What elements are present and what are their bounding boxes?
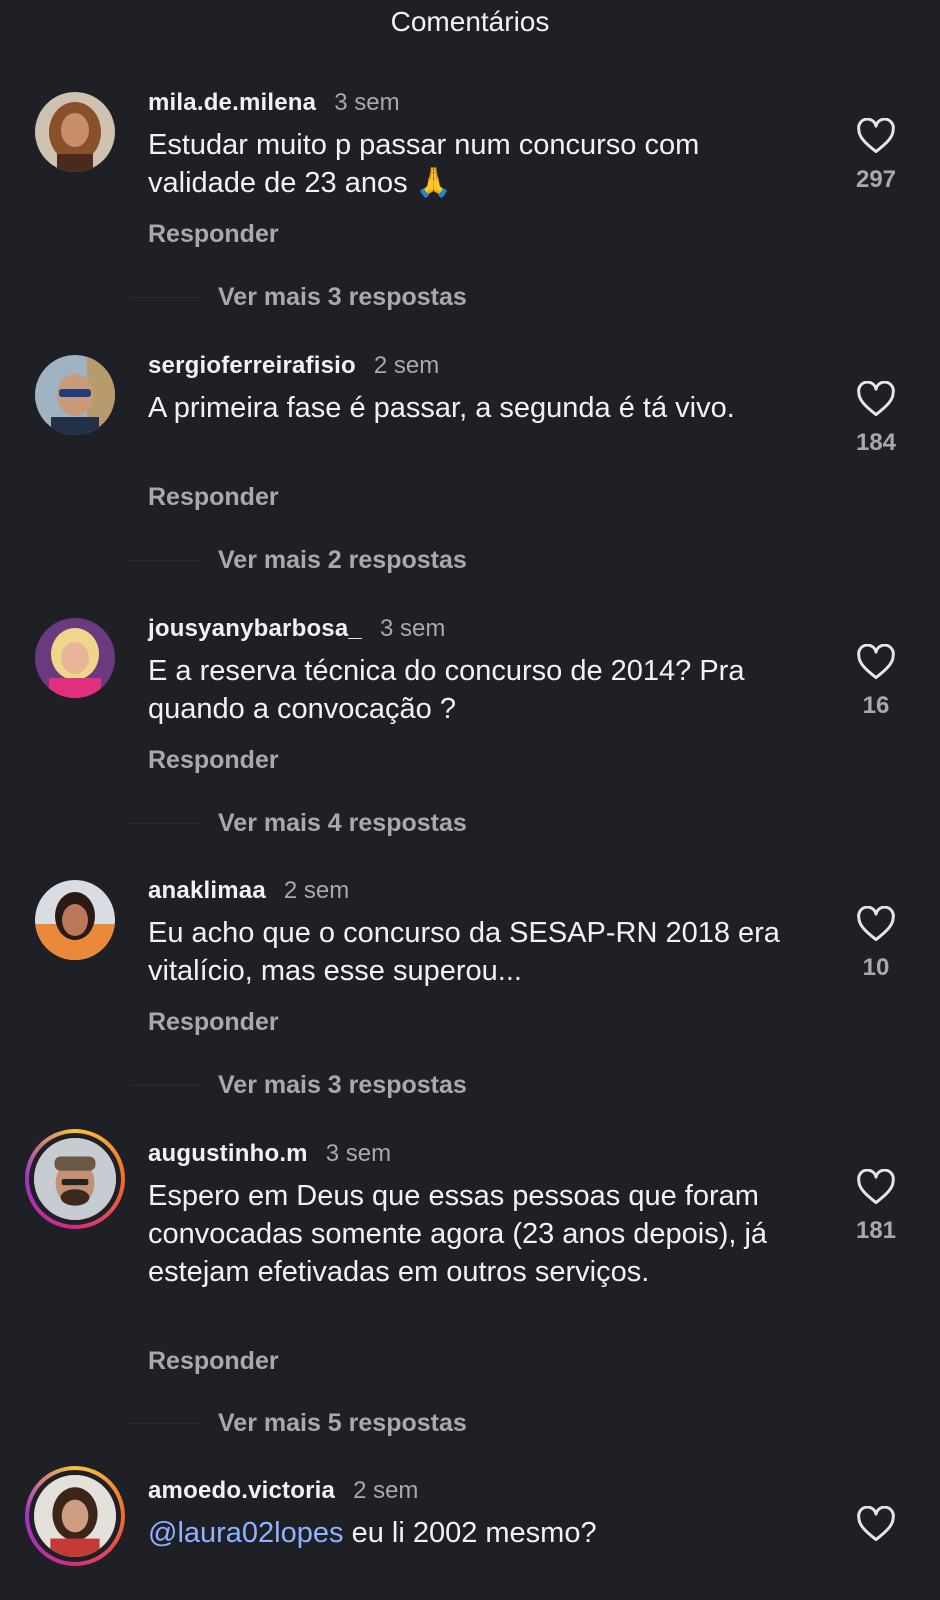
view-more-replies[interactable]: Ver mais 3 respostas	[0, 283, 940, 312]
avatar	[29, 1470, 121, 1562]
avatar-photo	[35, 92, 115, 172]
comment-meta: jousyanybarbosa_ 3 sem	[148, 614, 445, 644]
heart-outline-icon	[857, 906, 895, 942]
timestamp: 3 sem	[334, 89, 400, 116]
comment-text: A primeira fase é passar, a segunda é tá…	[148, 392, 735, 424]
view-more-replies-label[interactable]: Ver mais 3 respostas	[218, 1071, 467, 1100]
like-button[interactable]: 10	[836, 906, 916, 982]
like-button[interactable]: 181	[836, 1169, 916, 1245]
avatar-photo	[34, 1138, 116, 1220]
avatar[interactable]	[35, 92, 115, 172]
avatar[interactable]	[35, 618, 115, 698]
like-button[interactable]: 297	[836, 118, 916, 194]
timestamp: 3 sem	[325, 1140, 392, 1167]
like-count: 297	[855, 166, 897, 193]
avatar-story-ring[interactable]	[25, 1129, 125, 1229]
comment-text: E a reserva técnica do concurso de 2014?…	[148, 655, 745, 725]
reply-button[interactable]: Responder	[148, 1008, 279, 1037]
comment-text-body: eu li 2002 mesmo?	[343, 1517, 597, 1549]
like-button[interactable]: 16	[836, 644, 916, 720]
view-more-replies-label[interactable]: Ver mais 2 respostas	[218, 546, 467, 575]
avatar[interactable]	[35, 355, 115, 435]
comment-meta: sergioferreirafisio 2 sem	[148, 351, 439, 381]
mention-link[interactable]: @laura02lopes	[148, 1517, 344, 1549]
like-count: 184	[855, 429, 897, 456]
username[interactable]: jousyanybarbosa_	[148, 615, 362, 643]
reply-button[interactable]: Responder	[148, 1347, 279, 1376]
comment-meta: anaklimaa 2 sem	[148, 876, 349, 906]
username[interactable]: sergioferreirafisio	[148, 352, 356, 380]
thread-line	[130, 823, 200, 824]
comment-meta: augustinho.m 3 sem	[148, 1139, 391, 1169]
comment-text: Espero em Deus que essas pessoas que for…	[148, 1180, 768, 1288]
avatar-photo	[34, 1475, 116, 1557]
page-title: Comentários	[390, 6, 550, 37]
comment-text: @laura02lopes eu li 2002 mesmo?	[148, 1514, 808, 1552]
timestamp: 3 sem	[379, 615, 446, 642]
view-more-replies-label[interactable]: Ver mais 3 respostas	[218, 283, 467, 312]
comment-text: Eu acho que o concurso da SESAP-RN 2018 …	[148, 917, 780, 987]
heart-outline-icon	[857, 118, 895, 154]
thread-line	[130, 297, 200, 298]
like-button[interactable]: 184	[836, 381, 916, 457]
view-more-replies[interactable]: Ver mais 5 respostas	[0, 1409, 940, 1438]
avatar-photo	[35, 880, 115, 960]
view-more-replies[interactable]: Ver mais 3 respostas	[0, 1071, 940, 1100]
like-count: 10	[862, 954, 890, 981]
thread-line	[130, 1085, 200, 1086]
username[interactable]: amoedo.victoria	[148, 1477, 335, 1505]
thread-line	[130, 1423, 200, 1424]
comment-meta: mila.de.milena 3 sem	[148, 88, 400, 118]
avatar[interactable]	[35, 880, 115, 960]
avatar	[29, 1133, 121, 1225]
like-count: 181	[855, 1217, 897, 1244]
heart-outline-icon	[857, 381, 895, 417]
heart-outline-icon	[857, 1506, 895, 1542]
view-more-replies-label[interactable]: Ver mais 4 respostas	[218, 809, 467, 838]
avatar-photo	[35, 355, 115, 435]
username[interactable]: anaklimaa	[148, 877, 266, 905]
username[interactable]: mila.de.milena	[148, 89, 316, 117]
reply-button[interactable]: Responder	[148, 220, 279, 249]
timestamp: 2 sem	[283, 877, 350, 904]
username[interactable]: augustinho.m	[148, 1140, 308, 1168]
timestamp: 2 sem	[353, 1477, 419, 1504]
avatar-story-ring[interactable]	[25, 1466, 125, 1566]
heart-outline-icon	[857, 1169, 895, 1205]
thread-line	[130, 560, 200, 561]
timestamp: 2 sem	[373, 352, 440, 379]
like-count: 16	[862, 692, 890, 719]
comment-meta: amoedo.victoria 2 sem	[148, 1476, 418, 1506]
heart-outline-icon	[857, 644, 895, 680]
like-button[interactable]	[836, 1506, 916, 1542]
view-more-replies-label[interactable]: Ver mais 5 respostas	[218, 1409, 467, 1438]
view-more-replies[interactable]: Ver mais 4 respostas	[0, 809, 940, 838]
comments-header: Comentários	[0, 0, 940, 44]
reply-button[interactable]: Responder	[148, 483, 279, 512]
comment-text: Estudar muito p passar num concurso com …	[148, 129, 700, 199]
reply-button[interactable]: Responder	[148, 746, 279, 775]
view-more-replies[interactable]: Ver mais 2 respostas	[0, 546, 940, 575]
avatar-photo	[35, 618, 115, 698]
